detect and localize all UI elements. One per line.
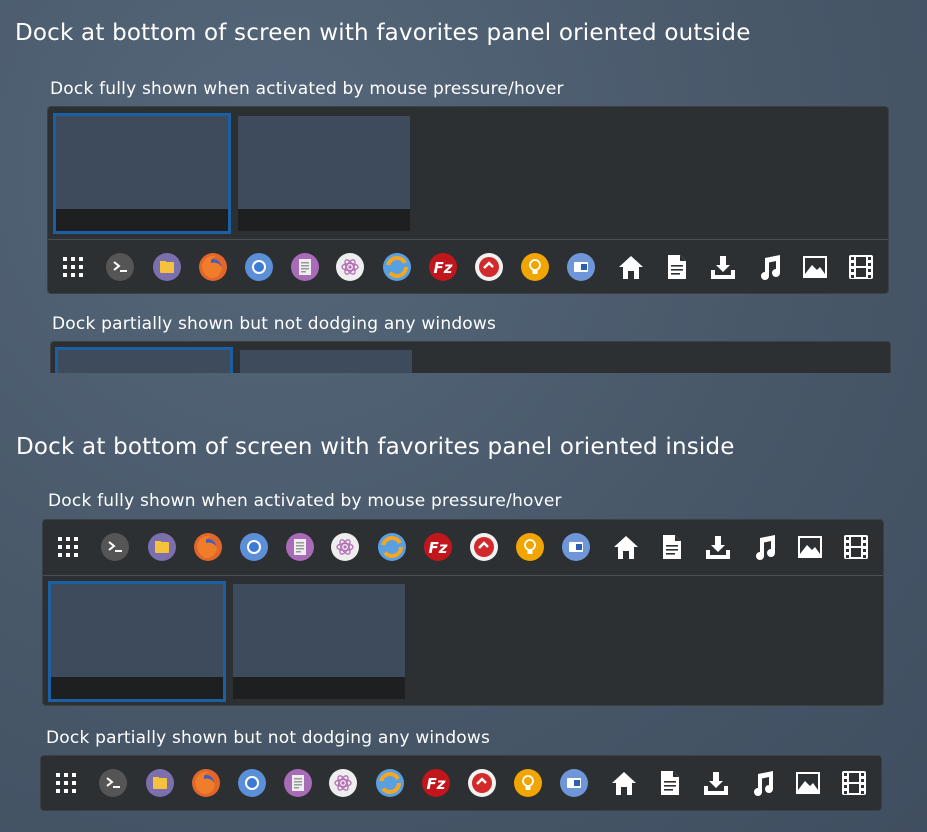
firefox-icon[interactable]: [193, 532, 223, 562]
atom-icon[interactable]: [335, 252, 365, 282]
pictures-folder-icon[interactable]: [793, 768, 823, 798]
terminal-icon[interactable]: [105, 252, 135, 282]
pictures-folder-icon[interactable]: [795, 532, 825, 562]
home-folder-icon[interactable]: [611, 532, 641, 562]
app-grid-icon[interactable]: [53, 532, 83, 562]
text-editor-icon[interactable]: [283, 768, 313, 798]
chromium-icon[interactable]: [237, 768, 267, 798]
downloads-folder-icon[interactable]: [708, 252, 738, 282]
window-thumbnail[interactable]: [55, 347, 233, 373]
settings-app-icon[interactable]: [559, 768, 589, 798]
music-folder-icon[interactable]: [749, 532, 779, 562]
filezilla-icon[interactable]: Fz: [421, 768, 451, 798]
recorder-icon[interactable]: [474, 252, 504, 282]
dock-icon-row: Fz: [43, 520, 883, 574]
idea-icon[interactable]: [520, 252, 550, 282]
atom-icon[interactable]: [330, 532, 360, 562]
idea-icon[interactable]: [515, 532, 545, 562]
outside-partial-label: Dock partially shown but not dodging any…: [52, 314, 497, 334]
window-thumbnail[interactable]: [53, 113, 231, 234]
chromium-icon[interactable]: [239, 532, 269, 562]
window-thumbnail[interactable]: [238, 116, 410, 231]
terminal-icon[interactable]: [100, 532, 130, 562]
chromium-icon[interactable]: [244, 252, 274, 282]
section-outside-title: Dock at bottom of screen with favorites …: [15, 20, 751, 46]
window-thumbnail[interactable]: [240, 350, 412, 373]
dock-icon-row: Fz: [41, 756, 881, 810]
inside-partial-label: Dock partially shown but not dodging any…: [46, 728, 491, 748]
outside-full-label: Dock fully shown when activated by mouse…: [50, 79, 564, 99]
downloads-folder-icon[interactable]: [703, 532, 733, 562]
text-editor-icon[interactable]: [285, 532, 315, 562]
blender-icon[interactable]: [382, 252, 412, 282]
svg-text:Fz: Fz: [434, 259, 453, 277]
videos-folder-icon[interactable]: [846, 252, 876, 282]
firefox-icon[interactable]: [191, 768, 221, 798]
blender-icon[interactable]: [375, 768, 405, 798]
window-thumbnail[interactable]: [48, 581, 226, 702]
filezilla-icon[interactable]: Fz: [423, 532, 453, 562]
filezilla-icon[interactable]: Fz: [428, 252, 458, 282]
text-editor-icon[interactable]: [290, 252, 320, 282]
app-grid-icon[interactable]: [58, 252, 88, 282]
music-folder-icon[interactable]: [754, 252, 784, 282]
pictures-folder-icon[interactable]: [800, 252, 830, 282]
dock-outside-partial: [50, 341, 891, 373]
downloads-folder-icon[interactable]: [701, 768, 731, 798]
documents-folder-icon[interactable]: [657, 532, 687, 562]
section-inside-title: Dock at bottom of screen with favorites …: [16, 434, 735, 460]
files-icon[interactable]: [145, 768, 175, 798]
firefox-icon[interactable]: [198, 252, 228, 282]
dock-inside-full: Fz: [42, 519, 884, 706]
videos-folder-icon[interactable]: [839, 768, 869, 798]
app-grid-icon[interactable]: [51, 768, 81, 798]
files-icon[interactable]: [147, 532, 177, 562]
recorder-icon[interactable]: [467, 768, 497, 798]
dock-icon-row: Fz: [48, 240, 888, 293]
window-thumbnail[interactable]: [233, 584, 405, 699]
atom-icon[interactable]: [328, 768, 358, 798]
blender-icon[interactable]: [377, 532, 407, 562]
svg-text:Fz: Fz: [429, 539, 448, 557]
terminal-icon[interactable]: [98, 768, 128, 798]
home-folder-icon[interactable]: [616, 252, 646, 282]
settings-app-icon[interactable]: [566, 252, 596, 282]
home-folder-icon[interactable]: [609, 768, 639, 798]
documents-folder-icon[interactable]: [655, 768, 685, 798]
recorder-icon[interactable]: [469, 532, 499, 562]
idea-icon[interactable]: [513, 768, 543, 798]
svg-text:Fz: Fz: [427, 775, 446, 793]
dock-inside-partial: Fz: [40, 755, 882, 811]
videos-folder-icon[interactable]: [841, 532, 871, 562]
documents-folder-icon[interactable]: [662, 252, 692, 282]
inside-full-label: Dock fully shown when activated by mouse…: [48, 491, 562, 511]
settings-app-icon[interactable]: [561, 532, 591, 562]
files-icon[interactable]: [152, 252, 182, 282]
dock-outside-full: Fz: [47, 106, 889, 294]
music-folder-icon[interactable]: [747, 768, 777, 798]
